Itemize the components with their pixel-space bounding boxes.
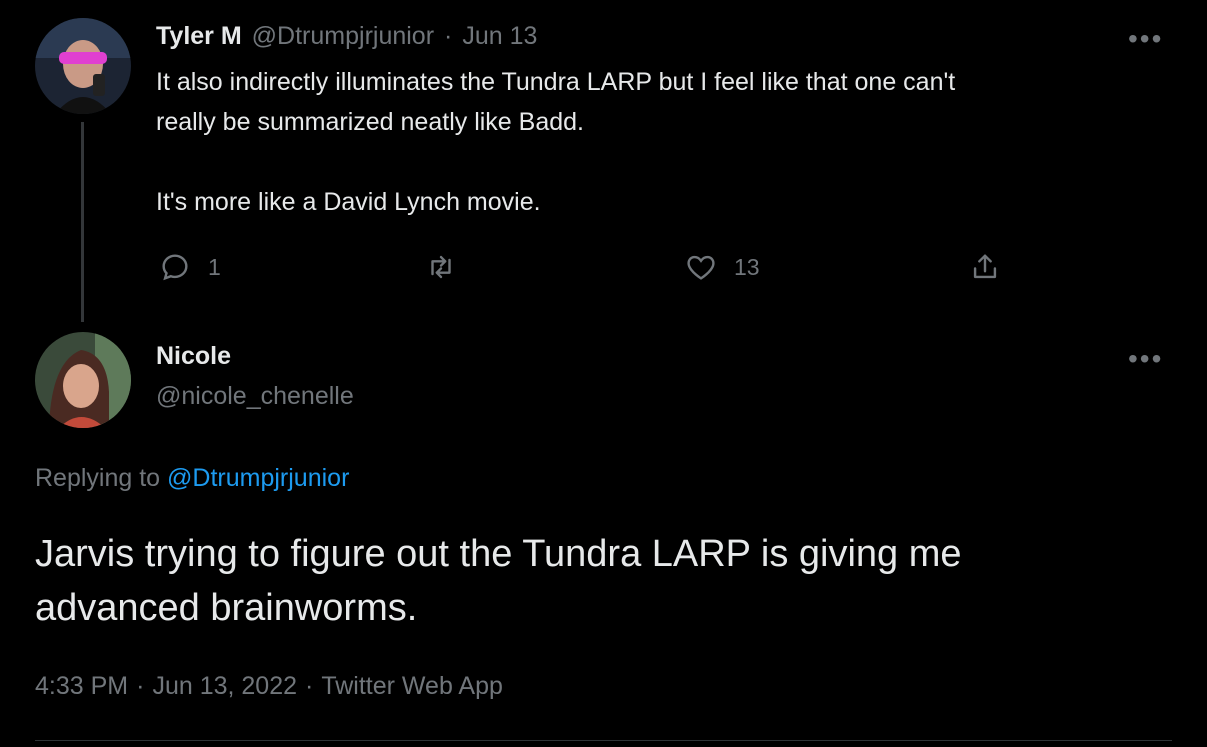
- header-separator: ·: [444, 22, 453, 50]
- avatar-tyler-image: [35, 18, 131, 114]
- share-icon: [973, 254, 997, 279]
- replying-to-link[interactable]: @Dtrumpjrjunior: [167, 464, 349, 492]
- reply-action[interactable]: 1: [158, 250, 221, 284]
- author-name[interactable]: Tyler M: [156, 22, 242, 51]
- like-action[interactable]: 13: [684, 250, 760, 284]
- reply-icon: [162, 254, 188, 281]
- parent-tweet-text: It also indirectly illuminates the Tundr…: [156, 68, 956, 216]
- share-action[interactable]: [968, 250, 1002, 284]
- retweet-action[interactable]: [424, 250, 474, 284]
- tweet-date[interactable]: Jun 13: [462, 22, 537, 51]
- avatar-tyler[interactable]: [35, 18, 131, 114]
- like-count: 13: [734, 253, 760, 280]
- retweet-icon: [431, 255, 451, 279]
- meta-separator-1: ·: [136, 672, 145, 700]
- main-tweet-text: Jarvis trying to figure out the Tundra L…: [35, 533, 962, 629]
- main-more-horizontal-icon[interactable]: •••: [1128, 345, 1163, 373]
- bottom-divider: [35, 740, 1172, 741]
- main-author-handle[interactable]: @nicole_chenelle: [156, 382, 354, 411]
- meta-separator-2: ·: [305, 672, 314, 700]
- replying-prefix: Replying to: [35, 464, 161, 492]
- replying-to-line: Replying to @Dtrumpjrjunior: [35, 464, 349, 493]
- avatar-nicole-image: [35, 332, 131, 428]
- reply-count: 1: [208, 253, 221, 280]
- thread-connector-line: [81, 122, 84, 322]
- more-horizontal-icon[interactable]: •••: [1128, 25, 1163, 53]
- main-author-name[interactable]: Nicole: [156, 342, 231, 371]
- tweet-source[interactable]: Twitter Web App: [321, 672, 503, 701]
- heart-icon: [687, 255, 715, 280]
- tweet-full-date[interactable]: Jun 13, 2022: [152, 672, 297, 701]
- tweet-time[interactable]: 4:33 PM: [35, 672, 128, 701]
- parent-tweet-header: Tyler M @Dtrumpjrjunior · Jun 13: [156, 22, 537, 51]
- avatar-nicole[interactable]: [35, 332, 131, 428]
- tweet-meta-line: 4:33 PM · Jun 13, 2022 · Twitter Web App: [35, 672, 503, 701]
- author-handle[interactable]: @Dtrumpjrjunior: [252, 22, 434, 51]
